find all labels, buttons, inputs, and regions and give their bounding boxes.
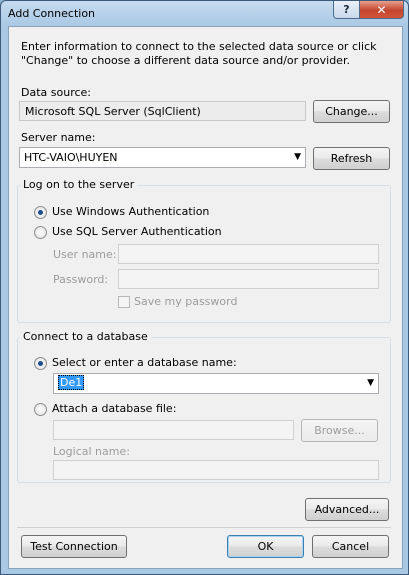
select-database-label: Select or enter a database name: [52, 356, 237, 369]
help-icon: ? [343, 3, 350, 16]
database-name-value-wrap: De1 [58, 375, 85, 390]
browse-button[interactable]: Browse... [301, 419, 378, 442]
radio-button-icon[interactable] [34, 206, 47, 219]
save-password-label: Save my password [134, 295, 238, 308]
checkbox-icon[interactable] [118, 296, 130, 308]
windows-auth-label: Use Windows Authentication [52, 205, 210, 218]
help-button[interactable]: ? [333, 1, 360, 19]
dropdown-arrow-icon[interactable]: ▼ [294, 152, 301, 162]
sql-auth-label: Use SQL Server Authentication [52, 225, 222, 238]
dialog-client-area: Enter information to connect to the sele… [8, 26, 403, 569]
dropdown-arrow-icon[interactable]: ▼ [367, 378, 374, 388]
change-button[interactable]: Change... [313, 100, 390, 123]
server-name-value: HTC-VAIO\HUYEN [24, 151, 118, 164]
attach-database-radio[interactable]: Attach a database file: [34, 402, 234, 418]
radio-button-icon[interactable] [34, 357, 47, 370]
password-input[interactable] [118, 269, 379, 289]
cancel-button-label: Cancel [331, 540, 370, 553]
select-database-radio[interactable]: Select or enter a database name: [34, 356, 264, 372]
footer-divider [17, 527, 391, 528]
database-name-value: De1 [58, 375, 85, 390]
data-source-field: Microsoft SQL Server (SqlClient) [19, 101, 306, 121]
data-source-label: Data source: [21, 86, 91, 99]
logon-group-title: Log on to the server [20, 178, 138, 191]
refresh-button[interactable]: Refresh [313, 147, 390, 170]
change-button-label: Change... [325, 105, 378, 118]
server-name-combo[interactable]: HTC-VAIO\HUYEN ▼ [19, 147, 306, 168]
refresh-button-label: Refresh [330, 152, 373, 165]
test-connection-button[interactable]: Test Connection [21, 535, 127, 558]
radio-button-icon[interactable] [34, 403, 47, 416]
database-group-title: Connect to a database [20, 330, 151, 343]
window-title: Add Connection [8, 7, 96, 20]
advanced-button-label: Advanced... [314, 503, 380, 516]
attach-database-label: Attach a database file: [52, 402, 177, 415]
windows-auth-radio[interactable]: Use Windows Authentication [34, 205, 234, 221]
user-name-input[interactable] [118, 244, 379, 264]
password-label: Password: [53, 273, 109, 286]
data-source-value: Microsoft SQL Server (SqlClient) [25, 105, 201, 118]
server-name-label: Server name: [21, 131, 96, 144]
close-icon: ✕ [376, 2, 387, 17]
cancel-button[interactable]: Cancel [312, 535, 389, 558]
logical-name-input[interactable] [53, 460, 379, 480]
sql-auth-radio[interactable]: Use SQL Server Authentication [34, 225, 234, 241]
database-name-combo[interactable]: De1 ▼ [53, 373, 379, 394]
save-password-checkbox[interactable]: Save my password [118, 295, 268, 309]
ok-button-label: OK [257, 540, 274, 553]
advanced-button[interactable]: Advanced... [305, 498, 389, 521]
logical-name-label: Logical name: [53, 445, 130, 458]
dialog-window: Add Connection ? ✕ Enter information to … [0, 0, 409, 575]
browse-button-label: Browse... [314, 424, 365, 437]
radio-button-icon[interactable] [34, 226, 47, 239]
user-name-label: User name: [53, 248, 117, 261]
test-connection-label: Test Connection [30, 540, 118, 553]
close-button[interactable]: ✕ [359, 1, 404, 19]
attach-file-input[interactable] [53, 420, 294, 440]
intro-text: Enter information to connect to the sele… [21, 40, 377, 67]
title-bar[interactable]: Add Connection ? ✕ [1, 1, 409, 27]
ok-button[interactable]: OK [227, 535, 304, 558]
